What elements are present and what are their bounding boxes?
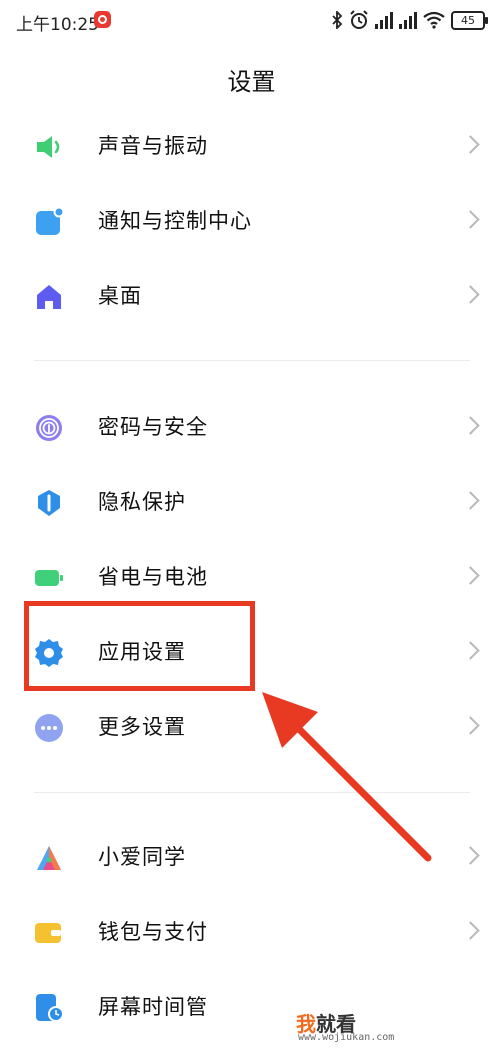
chevron-right-icon: [461, 921, 480, 940]
home-icon: [37, 285, 61, 309]
settings-item-label: 通知与控制中心: [98, 209, 252, 233]
app-notification-icon: [94, 11, 111, 28]
highlight-box: [24, 601, 255, 691]
more-dots-icon: [35, 714, 63, 742]
settings-item-label: 钱包与支付: [98, 920, 208, 944]
battery-icon: [35, 570, 63, 586]
settings-item-screen-time[interactable]: 屏幕时间管: [0, 971, 503, 1045]
xiaoai-icon: [37, 846, 61, 870]
settings-item-label: 屏幕时间管: [98, 995, 208, 1019]
settings-item-label: 密码与安全: [98, 415, 208, 439]
status-time: 上午10:25: [16, 15, 99, 35]
section-divider: [34, 792, 470, 793]
signal-icon-2: [399, 11, 417, 29]
notification-icon: [36, 207, 64, 235]
alarm-icon: [350, 10, 368, 29]
signal-icon: [375, 11, 393, 29]
settings-item-label: 桌面: [98, 284, 142, 308]
chevron-right-icon: [461, 716, 480, 735]
settings-item-label: 小爱同学: [98, 845, 186, 869]
battery-indicator: 45: [451, 10, 488, 30]
settings-item-label: 省电与电池: [98, 565, 208, 589]
watermark: 我就看 www.wojiukan.com: [296, 1008, 416, 1048]
chevron-right-icon: [461, 566, 480, 585]
chevron-right-icon: [461, 641, 480, 660]
chevron-right-icon: [461, 285, 480, 304]
settings-item-label: 隐私保护: [98, 490, 186, 514]
settings-item-xiaoai[interactable]: 小爱同学: [0, 821, 503, 895]
page-title: 设置: [227, 68, 276, 96]
settings-item-sound[interactable]: 声音与振动: [0, 110, 503, 184]
privacy-shield-icon: [38, 490, 60, 516]
settings-item-desktop[interactable]: 桌面: [0, 260, 503, 334]
chevron-right-icon: [461, 210, 480, 229]
settings-item-notifications[interactable]: 通知与控制中心: [0, 185, 503, 259]
watermark-url: www.wojiukan.com: [298, 1032, 395, 1043]
chevron-right-icon: [461, 491, 480, 510]
settings-item-wallet[interactable]: 钱包与支付: [0, 896, 503, 970]
settings-item-label: 更多设置: [98, 715, 186, 739]
settings-item-label: 声音与振动: [98, 134, 208, 158]
chevron-right-icon: [461, 416, 480, 435]
settings-item-password-security[interactable]: 密码与安全: [0, 391, 503, 465]
wallet-icon: [35, 923, 61, 943]
status-icons: 45: [331, 9, 488, 31]
bluetooth-icon: [332, 11, 343, 29]
speaker-icon: [37, 136, 60, 158]
settings-item-more-settings[interactable]: 更多设置: [0, 691, 503, 765]
chevron-right-icon: [461, 135, 480, 154]
fingerprint-icon: [36, 415, 62, 441]
screen-time-icon: [36, 994, 64, 1022]
settings-item-privacy[interactable]: 隐私保护: [0, 466, 503, 540]
status-bar: 上午10:25 45: [0, 0, 503, 42]
section-divider: [34, 360, 470, 361]
chevron-right-icon: [461, 846, 480, 865]
wifi-icon: [423, 11, 445, 29]
